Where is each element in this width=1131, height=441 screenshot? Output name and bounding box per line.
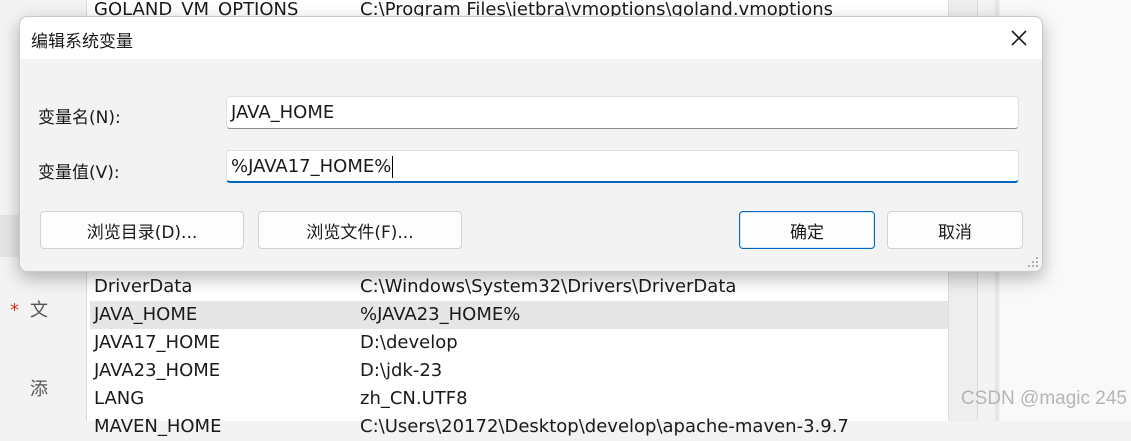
variable-row[interactable]: LANG zh_CN.UTF8 (90, 385, 948, 413)
dialog-title: 编辑系统变量 (31, 32, 133, 52)
watermark: CSDN @magic 245 (960, 388, 1127, 409)
variable-row-value: C:\Windows\System32\Drivers\DriverData (360, 276, 737, 297)
required-star: * (10, 300, 19, 321)
variable-value-label: 变量值(V): (38, 163, 120, 183)
variable-name-label: 变量名(N): (38, 108, 121, 128)
variable-row-name: LANG (94, 388, 145, 409)
browse-file-button[interactable]: 浏览文件(F)... (258, 211, 462, 249)
edit-variable-dialog: 编辑系统变量 变量名(N): JAVA_HOME 变量值(V): %JAVA17… (19, 16, 1043, 272)
ok-button[interactable]: 确定 (739, 211, 875, 249)
variable-row-value: D:\develop (360, 332, 458, 353)
variable-row-value: zh_CN.UTF8 (360, 388, 468, 409)
variable-value-text: %JAVA17_HOME% (231, 156, 392, 177)
side-label-1: 文 (30, 300, 48, 321)
variable-row[interactable]: JAVA_HOME %JAVA23_HOME% (90, 301, 948, 329)
text-caret (392, 156, 394, 178)
cancel-button[interactable]: 取消 (887, 211, 1023, 249)
variable-name-value: JAVA_HOME (231, 102, 335, 123)
variable-row-name: DriverData (94, 276, 193, 297)
variable-row[interactable]: JAVA17_HOME D:\develop (90, 329, 948, 357)
variable-row[interactable]: MAVEN_HOME C:\Users\20172\Desktop\develop… (90, 413, 948, 441)
browse-directory-button[interactable]: 浏览目录(D)... (40, 211, 244, 249)
variable-row[interactable]: JAVA23_HOME D:\jdk-23 (90, 357, 948, 385)
variable-row-name: MAVEN_HOME (94, 416, 222, 437)
dialog-titlebar: 编辑系统变量 (20, 17, 1042, 59)
close-button[interactable] (996, 17, 1042, 59)
variable-row-value: D:\jdk-23 (360, 360, 443, 381)
variable-row[interactable]: DriverData C:\Windows\System32\Drivers\Dr… (90, 273, 948, 301)
variable-value-input[interactable]: %JAVA17_HOME% (226, 150, 1019, 183)
variable-row-name: JAVA23_HOME (94, 360, 221, 381)
variable-row-value: %JAVA23_HOME% (360, 304, 521, 325)
variable-row-name: JAVA17_HOME (94, 332, 221, 353)
close-icon (1011, 30, 1027, 46)
variable-name-input[interactable]: JAVA_HOME (226, 96, 1019, 129)
side-label-2: 添 (30, 379, 48, 400)
variable-row-value: C:\Users\20172\Desktop\develop\apache-ma… (360, 416, 849, 437)
variable-row-name: JAVA_HOME (94, 304, 198, 325)
resize-grip-icon[interactable] (1027, 256, 1039, 268)
